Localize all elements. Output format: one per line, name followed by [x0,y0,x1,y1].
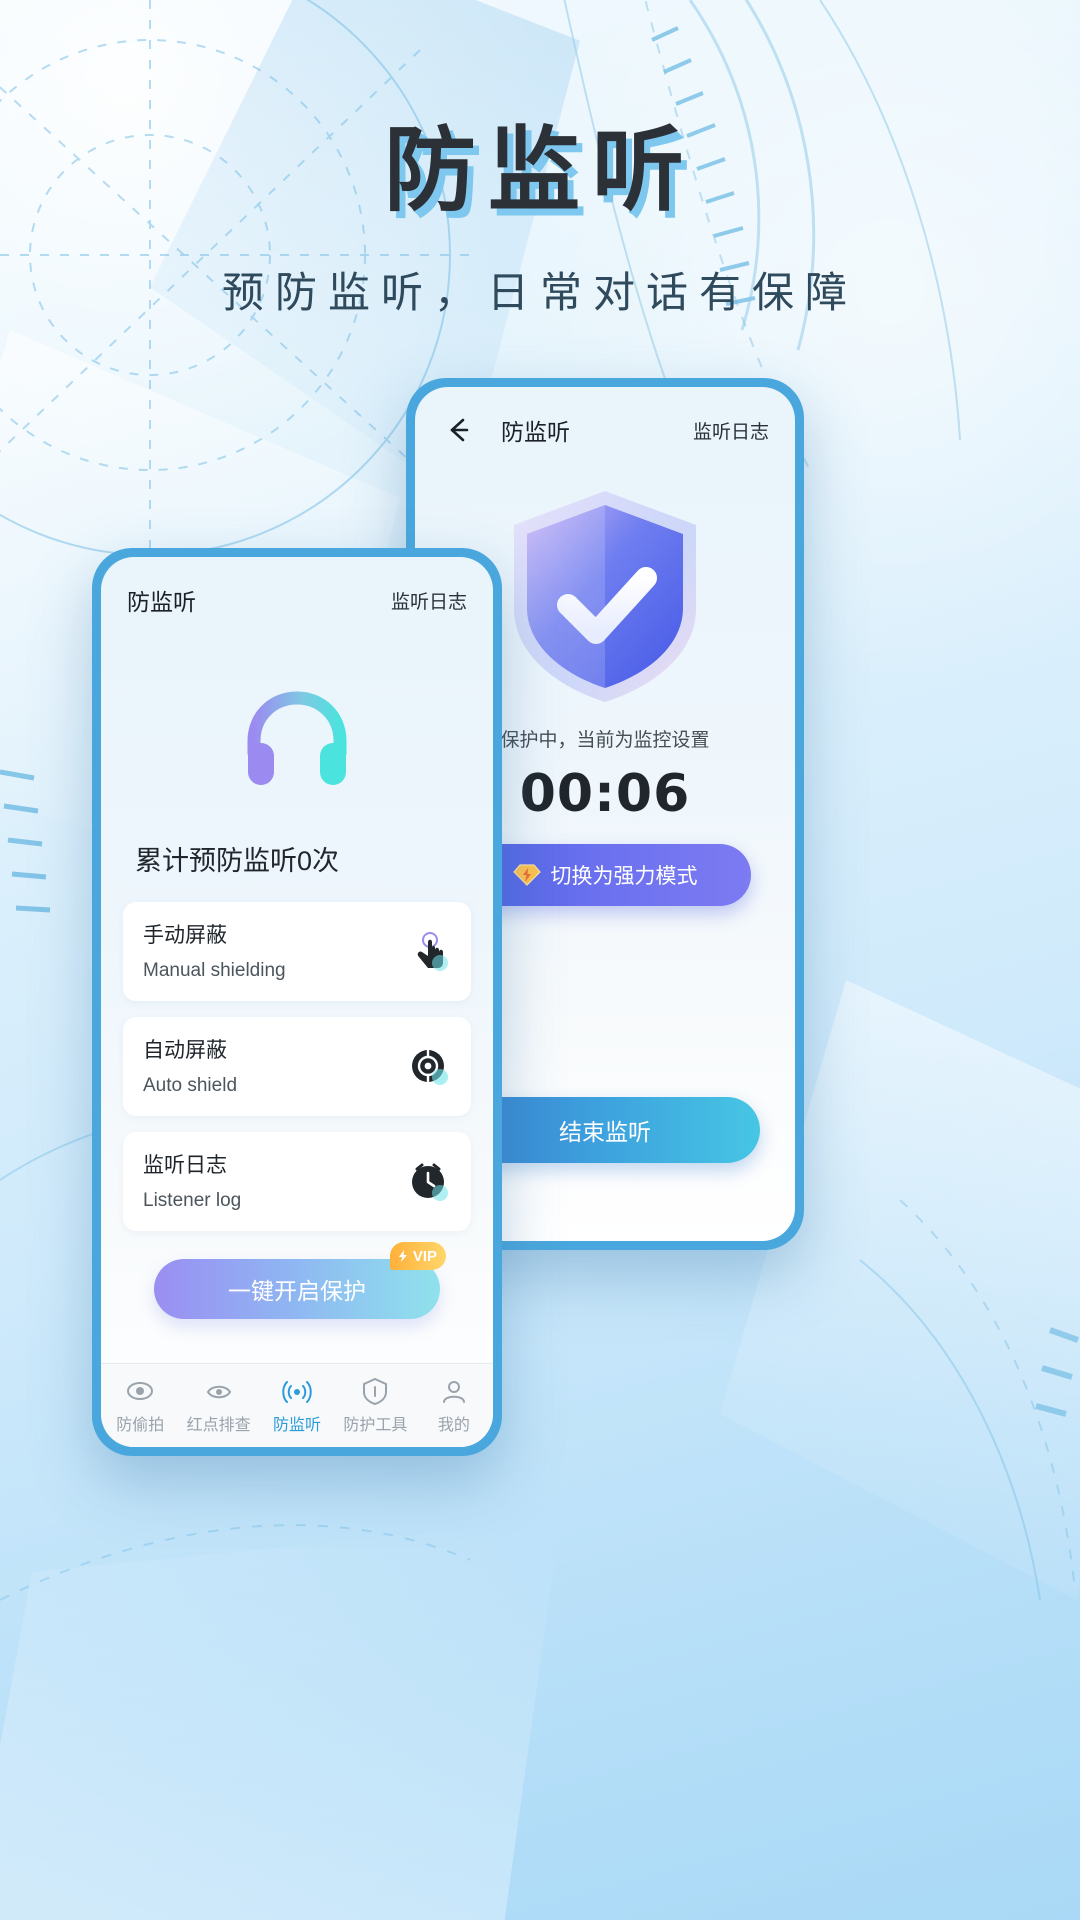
stop-monitoring-label: 结束监听 [559,1119,651,1145]
phone-back-appbar: 防监听 监听日志 [415,387,795,447]
tab-anti-eavesdrop[interactable]: 防监听 [258,1376,336,1435]
cta-container: 一键开启保护 VIP [154,1242,446,1319]
switch-strong-mode-button[interactable]: 切换为强力模式 [459,844,751,906]
vip-badge-label: VIP [412,1247,437,1265]
card-title-cn: 监听日志 [143,1154,227,1177]
eye-scan-icon [127,1382,154,1400]
tab-red-dot-check[interactable]: 红点排查 [179,1376,257,1435]
tab-mine[interactable]: 我的 [415,1376,493,1435]
list-item[interactable]: 手动屏蔽 Manual shielding [123,902,471,1001]
phone-front-screen: 防监听 监听日志 累计预防监听0次 手动屏蔽 Manual shielding … [101,557,493,1447]
shield-tool-icon [363,1377,388,1406]
phone-front-title: 防监听 [127,589,196,615]
enable-protection-label: 一键开启保护 [228,1278,366,1304]
card-title-en: Auto shield [143,1075,238,1096]
signal-wave-icon [282,1381,312,1403]
switch-strong-mode-label: 切换为强力模式 [550,865,698,888]
hero-header: 防监听 预防监听，日常对话有保障 [0,0,1080,320]
phone-back-title: 防监听 [501,419,570,445]
bottom-tab-bar: 防偷拍 红点排查 防监听 防护工具 我的 [101,1363,493,1447]
lens-icon [206,1385,231,1399]
vip-gem-icon [512,864,541,886]
clock-icon [412,1163,448,1201]
card-title-cn: 手动屏蔽 [143,924,227,947]
vip-badge: VIP [389,1242,446,1270]
tab-anti-candid[interactable]: 防偷拍 [101,1376,179,1435]
vip-lightning-icon [398,1250,407,1262]
radar-target-icon [412,1049,448,1085]
headphone-illustration [101,691,493,787]
card-title-en: Manual shielding [143,960,286,981]
person-icon [442,1381,465,1403]
tab-label: 防护工具 [343,1417,408,1434]
list-item[interactable]: 监听日志 Listener log [123,1132,471,1231]
tab-label: 防监听 [273,1417,322,1434]
tab-label: 防偷拍 [116,1417,165,1434]
card-title-en: Listener log [143,1190,242,1211]
phone-back-log-link[interactable]: 监听日志 [693,417,769,444]
phone-mockup-front: 防监听 监听日志 累计预防监听0次 手动屏蔽 Manual shielding … [92,548,502,1456]
hand-tap-icon [417,931,448,971]
tab-label: 红点排查 [186,1417,251,1434]
tab-protection-tools[interactable]: 防护工具 [336,1376,414,1435]
headphone-icon [247,691,347,785]
phone-front-log-link[interactable]: 监听日志 [391,587,467,614]
phone-front-appbar: 防监听 监听日志 [101,557,493,617]
shield-check-icon [514,491,696,702]
page-title: 防监听 [383,117,696,224]
page-subtitle: 预防监听，日常对话有保障 [221,269,858,316]
tab-label: 我的 [437,1417,470,1434]
feature-card-list: 手动屏蔽 Manual shielding 自动屏蔽 Auto shield 监… [101,902,493,1231]
prevention-count-text: 累计预防监听0次 [135,846,340,876]
arrow-left-icon[interactable] [441,413,475,447]
card-title-cn: 自动屏蔽 [143,1039,227,1062]
list-item[interactable]: 自动屏蔽 Auto shield [123,1017,471,1116]
